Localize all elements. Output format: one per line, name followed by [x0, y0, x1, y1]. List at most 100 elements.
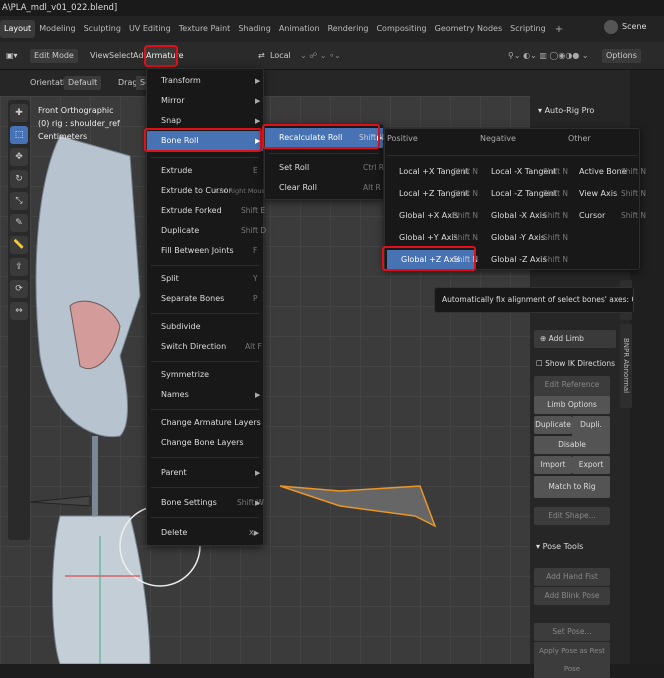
- menu-item-local-pos-z-tangent[interactable]: Local +Z Tangent Shift N: [385, 184, 478, 204]
- menu-separator: [151, 265, 259, 266]
- menu-item-names[interactable]: Names ▶: [147, 385, 263, 405]
- menu-item-extrude-to-cursor[interactable]: Extrude to Cursor Ctrl Right Mouse: [147, 181, 269, 201]
- pose-tools-header[interactable]: ▾ Pose Tools: [536, 542, 583, 551]
- delete-arrow-icon: X▶: [249, 529, 260, 537]
- tab-scripting[interactable]: Scripting: [506, 20, 550, 38]
- menu-item-parent[interactable]: Parent ▶: [147, 463, 263, 483]
- menu-item-set-roll[interactable]: Set Roll Ctrl R: [265, 158, 384, 178]
- set-pose-button[interactable]: Set Pose...: [534, 623, 610, 641]
- global-pos-y-label: Global +Y Axis: [399, 233, 458, 242]
- tab-sculpting[interactable]: Sculpting: [80, 20, 125, 38]
- scale-tool-icon[interactable]: ⤡: [10, 192, 28, 210]
- global-neg-y-label: Global -Y Axis: [491, 233, 546, 242]
- extrude-tool-icon[interactable]: ⇪: [10, 258, 28, 276]
- tab-rendering[interactable]: Rendering: [324, 20, 373, 38]
- change-bone-layers-label: Change Bone Layers: [161, 438, 244, 447]
- match-to-rig-button[interactable]: Match to Rig: [534, 476, 610, 498]
- extrude-shortcut: E: [253, 166, 258, 175]
- disable-limb-button[interactable]: Disable: [534, 436, 610, 454]
- viewport-overlays[interactable]: ⚲⌄ ◐⌄ ▥ ◯◉◑● ⌄: [508, 49, 589, 63]
- split-shortcut: Y: [253, 274, 258, 283]
- tab-geometry-nodes[interactable]: Geometry Nodes: [431, 20, 506, 38]
- menu-item-global-pos-y-axis[interactable]: Global +Y Axis Shift N: [385, 228, 478, 248]
- add-limb-dropdown[interactable]: ⊕ Add Limb: [534, 330, 616, 348]
- show-ik-label: Show IK Directions: [545, 359, 616, 368]
- show-ik-checkbox[interactable]: ☐ Show IK Directions: [536, 359, 615, 368]
- menu-item-change-armature-layers[interactable]: Change Armature Layers: [147, 413, 263, 433]
- menu-armature[interactable]: Armature: [144, 45, 184, 67]
- select-box-tool-icon[interactable]: ⬚: [10, 126, 28, 144]
- transform-arrow-icon: ▶: [255, 77, 261, 85]
- add-blink-pose-button[interactable]: Add Blink Pose: [534, 587, 610, 605]
- menu-select[interactable]: Select: [109, 49, 134, 63]
- set-roll-shortcut: Ctrl R: [363, 163, 384, 172]
- menu-item-delete[interactable]: Delete X▶: [147, 523, 263, 543]
- rotate-tool-icon[interactable]: ↻: [10, 170, 28, 188]
- menu-item-local-neg-z-tangent[interactable]: Local -Z Tangent Shift N: [477, 184, 568, 204]
- pivot-selector[interactable]: Local: [270, 49, 291, 63]
- menu-item-mirror[interactable]: Mirror ▶: [147, 91, 263, 111]
- snap-label: Snap: [161, 116, 182, 125]
- menu-item-transform[interactable]: Transform ▶: [147, 71, 263, 91]
- mode-selector[interactable]: Edit Mode: [30, 49, 78, 63]
- menu-item-global-pos-x-axis[interactable]: Global +X Axis Shift N: [385, 206, 478, 226]
- side-tab-bnpr[interactable]: BNPR Abnormal: [620, 324, 632, 408]
- limb-options-button[interactable]: Limb Options: [534, 396, 610, 414]
- menu-item-global-neg-x-axis[interactable]: Global -X Axis Shift N: [477, 206, 568, 226]
- tab-shading[interactable]: Shading: [234, 20, 275, 38]
- tab-uv-editing[interactable]: UV Editing: [125, 20, 175, 38]
- menu-item-global-neg-y-axis[interactable]: Global -Y Axis Shift N: [477, 228, 568, 248]
- menu-item-cursor[interactable]: Cursor Shift N: [565, 206, 646, 226]
- menu-item-subdivide[interactable]: Subdivide: [147, 317, 263, 337]
- scene-icon[interactable]: [604, 20, 618, 34]
- scene-selector[interactable]: Scene: [622, 20, 646, 34]
- roll-tool-icon[interactable]: ⟳: [10, 280, 28, 298]
- menu-item-local-pos-x-tangent[interactable]: Local +X Tangent Shift N: [385, 162, 478, 182]
- tab-texture-paint[interactable]: Texture Paint: [175, 20, 235, 38]
- menu-item-active-bone[interactable]: Active Bone Shift N: [565, 162, 646, 182]
- menu-item-clear-roll[interactable]: Clear Roll Alt R: [265, 178, 383, 198]
- snap-toggles[interactable]: ⌄ ☍ ⌄ ∘⌄: [300, 49, 341, 63]
- apply-rest-pose-button[interactable]: Apply Pose as Rest Pose: [534, 642, 610, 678]
- menu-item-extrude-forked[interactable]: Extrude Forked Shift E: [147, 201, 265, 221]
- edit-shape-button[interactable]: Edit Shape...: [534, 507, 610, 525]
- menu-item-bone-settings[interactable]: Bone Settings Shift W ▶: [147, 493, 264, 513]
- options-button[interactable]: Options: [602, 49, 641, 63]
- split-label: Split: [161, 274, 179, 283]
- menu-item-switch-direction[interactable]: Switch Direction Alt F: [147, 337, 263, 357]
- cursor-tool-icon[interactable]: ✚: [10, 104, 28, 122]
- menu-item-change-bone-layers[interactable]: Change Bone Layers: [147, 433, 263, 453]
- menu-item-symmetrize[interactable]: Symmetrize: [147, 365, 263, 385]
- bone-size-tool-icon[interactable]: ⇔: [10, 302, 28, 320]
- menu-item-view-axis[interactable]: View Axis Shift N: [565, 184, 646, 204]
- cursor-label: Cursor: [579, 211, 606, 220]
- measure-tool-icon[interactable]: 📏: [10, 236, 28, 254]
- menu-item-extrude[interactable]: Extrude E: [147, 161, 263, 181]
- import-button[interactable]: Import: [534, 456, 572, 474]
- export-button[interactable]: Export: [572, 456, 610, 474]
- menu-item-separate-bones[interactable]: Separate Bones P: [147, 289, 263, 309]
- add-workspace-button[interactable]: +: [550, 24, 568, 35]
- tab-layout[interactable]: Layout: [0, 20, 36, 38]
- global-neg-x-label: Global -X Axis: [491, 211, 547, 220]
- menu-item-global-neg-z-axis[interactable]: Global -Z Axis Shift N: [477, 250, 568, 270]
- duplicate-limb-button[interactable]: Duplicate: [534, 416, 572, 434]
- menu-item-split[interactable]: Split Y: [147, 269, 263, 289]
- menu-item-fill-between-joints[interactable]: Fill Between Joints F: [147, 241, 263, 261]
- menu-item-local-neg-x-tangent[interactable]: Local -X Tangent Shift N: [477, 162, 568, 182]
- menu-view[interactable]: View: [90, 49, 109, 63]
- editor-type-icon[interactable]: ▣▾: [6, 49, 18, 63]
- add-hand-fist-button[interactable]: Add Hand Fist: [534, 568, 610, 586]
- pose-tools-label: Pose Tools: [542, 542, 584, 551]
- move-tool-icon[interactable]: ✥: [10, 148, 28, 166]
- annotate-tool-icon[interactable]: ✎: [10, 214, 28, 232]
- orientation-selector[interactable]: Default: [64, 76, 102, 90]
- tab-compositing[interactable]: Compositing: [372, 20, 430, 38]
- menu-item-duplicate[interactable]: Duplicate Shift D: [147, 221, 266, 241]
- menu-separator: [151, 517, 259, 518]
- tab-animation[interactable]: Animation: [275, 20, 324, 38]
- names-arrow-icon: ▶: [255, 391, 261, 399]
- transform-orientation-icon[interactable]: ⇄: [258, 49, 265, 63]
- active-bone-shortcut: Shift N: [621, 167, 647, 176]
- tab-modeling[interactable]: Modeling: [35, 20, 79, 38]
